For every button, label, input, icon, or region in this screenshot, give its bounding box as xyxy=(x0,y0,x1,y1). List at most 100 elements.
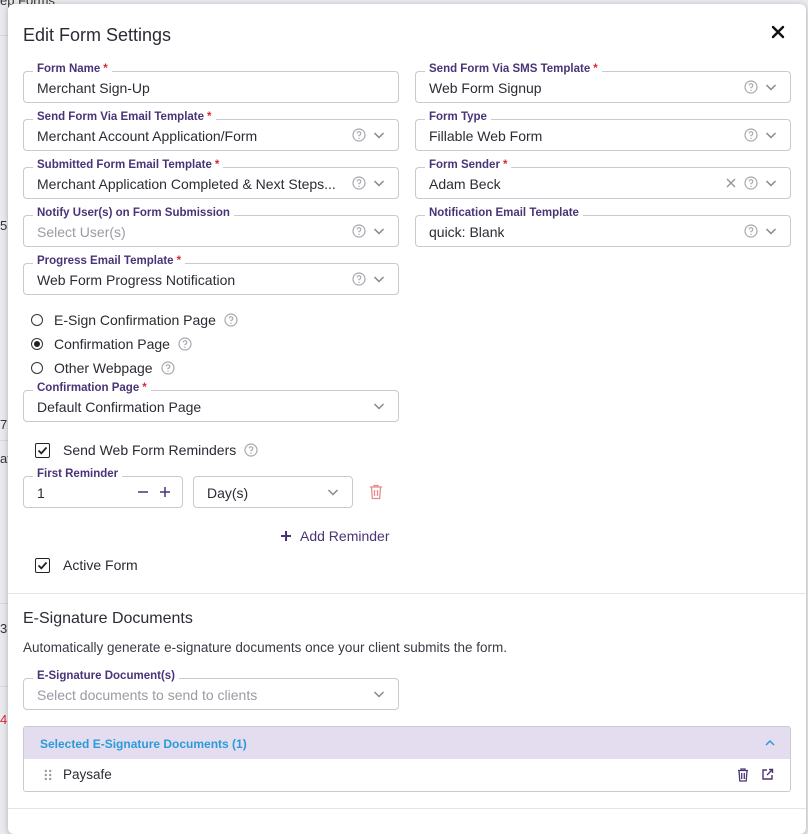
trash-icon[interactable] xyxy=(737,768,749,782)
esign-documents-label: E-Signature Document(s) xyxy=(37,670,176,682)
first-reminder-stepper[interactable]: First Reminder 1 xyxy=(23,468,183,508)
form-type-value: Fillable Web Form xyxy=(429,128,543,144)
radio-button[interactable] xyxy=(31,314,43,326)
notification-email-template-label: Notification Email Template xyxy=(429,207,579,219)
reminder-unit-select[interactable]: Day(s) xyxy=(193,476,353,508)
sms-template-value: Web Form Signup xyxy=(429,80,542,96)
active-form-checkbox-row[interactable]: Active Form xyxy=(35,556,138,574)
active-form-checkbox[interactable] xyxy=(35,557,50,573)
form-sender-select[interactable]: Form Sender * Adam Beck xyxy=(415,159,791,199)
form-name-label: Form Name xyxy=(37,63,101,75)
minus-icon[interactable] xyxy=(136,485,150,499)
email-template-select[interactable]: Send Form Via Email Template * Merchant A… xyxy=(23,111,399,151)
background-divider xyxy=(0,35,8,36)
footer-divider xyxy=(8,808,806,809)
first-reminder-label: First Reminder xyxy=(37,468,119,480)
radio-label: Other Webpage xyxy=(54,360,153,376)
help-icon[interactable] xyxy=(744,176,758,190)
required-marker: * xyxy=(593,63,598,75)
selected-documents-header[interactable]: Selected E-Signature Documents (1) xyxy=(24,727,790,759)
selected-documents-header-label: Selected E-Signature Documents (1) xyxy=(40,737,247,751)
required-marker: * xyxy=(502,159,508,171)
chevron-down-icon[interactable] xyxy=(372,399,386,413)
chevron-down-icon[interactable] xyxy=(372,224,386,238)
notify-users-select[interactable]: Notify User(s) on Form Submission Select… xyxy=(23,207,399,247)
send-reminders-checkbox[interactable] xyxy=(35,442,50,458)
chevron-down-icon[interactable] xyxy=(372,176,386,190)
form-name-value: Merchant Sign-Up xyxy=(37,80,150,96)
required-marker: * xyxy=(207,111,212,123)
notification-email-template-value: quick: Blank xyxy=(429,224,505,240)
drag-handle-icon[interactable] xyxy=(44,769,52,781)
chevron-down-icon[interactable] xyxy=(764,80,778,94)
help-icon[interactable] xyxy=(744,128,758,142)
help-icon[interactable] xyxy=(744,80,758,94)
first-reminder-value: 1 xyxy=(37,485,45,501)
close-icon[interactable] xyxy=(770,24,786,40)
document-name: Paysafe xyxy=(63,767,112,782)
required-marker: * xyxy=(214,159,220,171)
send-reminders-checkbox-row[interactable]: Send Web Form Reminders xyxy=(35,441,258,459)
required-marker: * xyxy=(142,382,147,394)
progress-email-template-select[interactable]: Progress Email Template * Web Form Progre… xyxy=(23,255,399,295)
progress-email-template-value: Web Form Progress Notification xyxy=(37,272,236,288)
radio-other-webpage[interactable]: Other Webpage xyxy=(31,359,175,377)
help-icon[interactable] xyxy=(224,313,238,327)
help-icon[interactable] xyxy=(352,272,366,286)
chevron-down-icon[interactable] xyxy=(764,128,778,142)
checkmark-icon xyxy=(37,561,48,570)
help-icon[interactable] xyxy=(352,224,366,238)
external-link-icon[interactable] xyxy=(761,768,774,781)
plus-icon[interactable] xyxy=(158,485,172,499)
help-icon[interactable] xyxy=(244,443,258,457)
plus-icon xyxy=(281,531,291,541)
background-divider xyxy=(0,686,8,687)
esign-documents-select[interactable]: E-Signature Document(s) Select documents… xyxy=(23,670,399,710)
clear-icon[interactable] xyxy=(724,176,738,190)
chevron-down-icon[interactable] xyxy=(326,485,340,499)
notification-email-template-select[interactable]: Notification Email Template quick: Blank xyxy=(415,207,791,247)
active-form-label: Active Form xyxy=(63,557,138,573)
notify-users-placeholder: Select User(s) xyxy=(37,224,126,240)
trash-icon[interactable] xyxy=(369,484,383,500)
notify-users-label: Notify User(s) on Form Submission xyxy=(37,207,230,219)
esign-section-title: E-Signature Documents xyxy=(23,610,193,627)
email-template-label: Send Form Via Email Template xyxy=(37,111,205,123)
chevron-up-icon[interactable] xyxy=(764,737,776,749)
help-icon[interactable] xyxy=(352,128,366,142)
add-reminder-button[interactable]: Add Reminder xyxy=(280,528,390,544)
email-template-value: Merchant Account Application/Form xyxy=(37,128,258,144)
selected-esign-documents-panel: Selected E-Signature Documents (1) Paysa… xyxy=(23,726,791,792)
help-icon[interactable] xyxy=(178,337,192,351)
chevron-down-icon[interactable] xyxy=(764,224,778,238)
add-reminder-label: Add Reminder xyxy=(300,528,390,544)
required-marker: * xyxy=(176,255,182,267)
radio-label: Confirmation Page xyxy=(54,336,170,352)
required-marker: * xyxy=(103,63,108,75)
radio-esign-confirmation[interactable]: E-Sign Confirmation Page xyxy=(31,311,238,329)
submitted-email-template-select[interactable]: Submitted Form Email Template * Merchant … xyxy=(23,159,399,199)
form-sender-label: Form Sender xyxy=(429,159,500,171)
sms-template-label: Send Form Via SMS Template xyxy=(429,63,591,75)
help-icon[interactable] xyxy=(352,176,366,190)
submitted-email-template-label: Submitted Form Email Template xyxy=(37,159,212,171)
confirmation-page-select[interactable]: Confirmation Page * Default Confirmation … xyxy=(23,382,399,422)
form-name-field[interactable]: Form Name * Merchant Sign-Up xyxy=(23,63,399,103)
help-icon[interactable] xyxy=(160,361,175,375)
confirmation-page-value: Default Confirmation Page xyxy=(37,399,202,415)
radio-confirmation-page[interactable]: Confirmation Page xyxy=(31,335,192,353)
esign-section-description: Automatically generate e-signature docum… xyxy=(23,640,507,655)
checkmark-icon xyxy=(37,446,48,455)
radio-button[interactable] xyxy=(31,338,43,350)
chevron-down-icon[interactable] xyxy=(372,128,386,142)
radio-button[interactable] xyxy=(31,362,43,374)
chevron-down-icon[interactable] xyxy=(764,176,778,190)
help-icon[interactable] xyxy=(744,224,758,238)
sms-template-select[interactable]: Send Form Via SMS Template * Web Form Sig… xyxy=(415,63,791,103)
chevron-down-icon[interactable] xyxy=(372,687,386,701)
background-mark: 7 xyxy=(0,417,8,432)
chevron-down-icon[interactable] xyxy=(372,272,386,286)
form-type-select[interactable]: Form Type Fillable Web Form xyxy=(415,111,791,151)
form-sender-value: Adam Beck xyxy=(429,176,501,192)
send-reminders-label: Send Web Form Reminders xyxy=(63,442,237,458)
